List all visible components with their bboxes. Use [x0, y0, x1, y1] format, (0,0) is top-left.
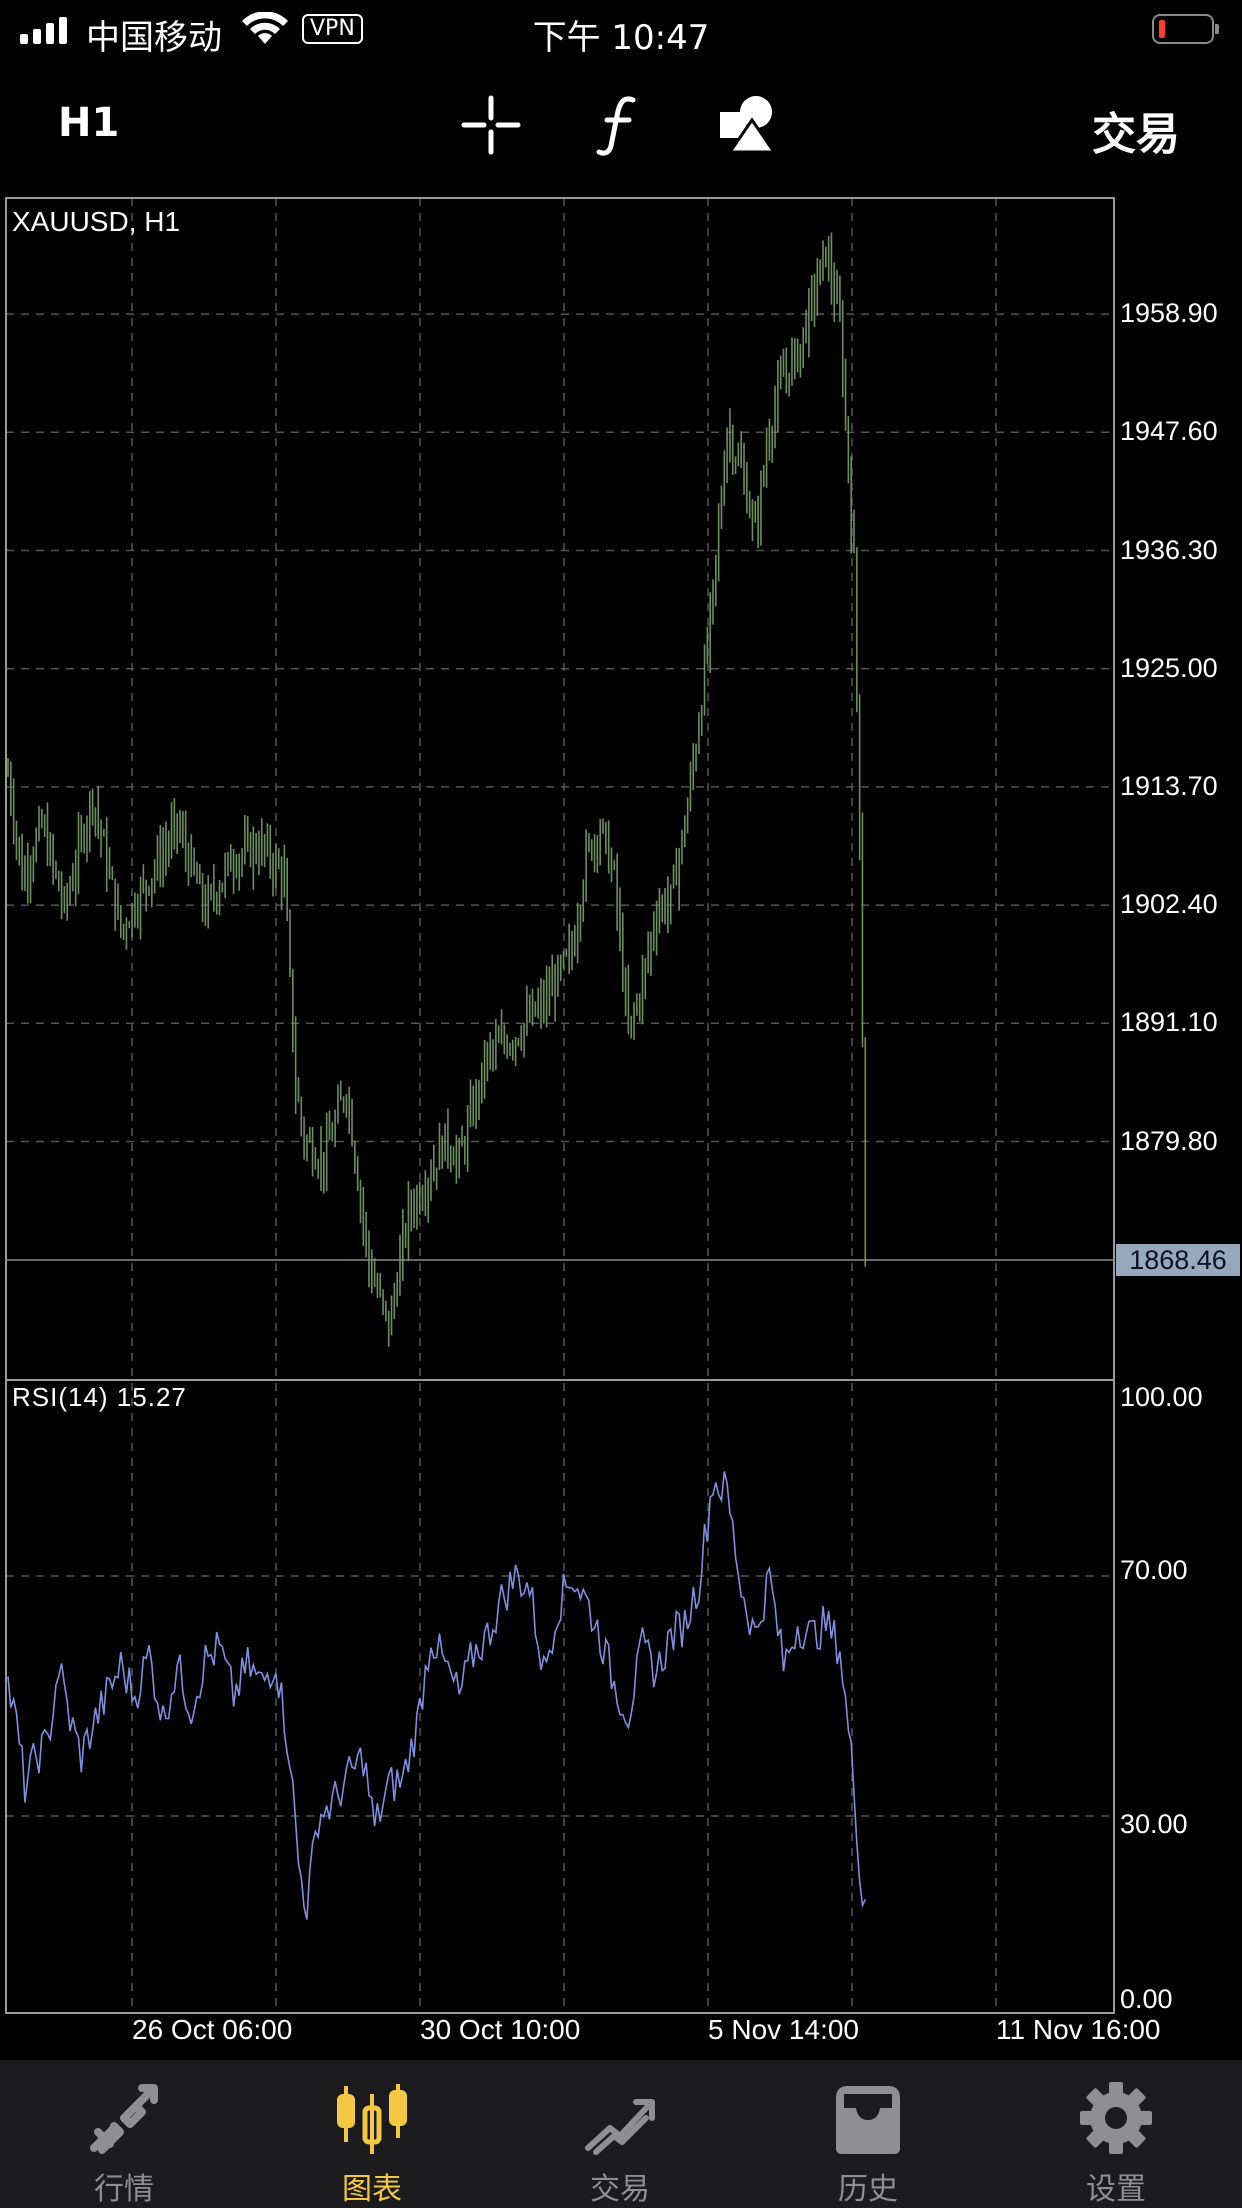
price-axis-label: 1947.60: [1120, 416, 1218, 447]
timeframe-button[interactable]: H1: [58, 100, 119, 146]
time-axis-label: 26 Oct 06:00: [132, 2014, 293, 2045]
chart-icon: [337, 2084, 407, 2154]
chart-toolbar: H1 交易: [0, 62, 1242, 192]
history-icon: [836, 2086, 900, 2154]
tab-label: 图表: [342, 2172, 402, 2207]
price-axis-label: 1936.30: [1120, 534, 1218, 565]
rsi-axis-label: 70.00: [1120, 1555, 1188, 1585]
tab-chart[interactable]: 图表: [248, 2060, 496, 2208]
tab-history[interactable]: 历史: [744, 2060, 992, 2208]
price-axis-label: 1958.90: [1120, 298, 1218, 329]
rsi-axis-label: 0.00: [1120, 1984, 1173, 2014]
price-bars: [7, 232, 867, 1347]
trade-icon: [585, 2099, 655, 2155]
price-chart[interactable]: [0, 190, 1242, 2020]
time-axis-label: 11 Nov 16:00: [996, 2014, 1161, 2045]
rsi-axis-label: 30.00: [1120, 1809, 1188, 1839]
crosshair-icon[interactable]: [456, 90, 526, 160]
tab-label: 设置: [1086, 2172, 1146, 2207]
rsi-line: [7, 1471, 867, 1920]
tab-label: 交易: [590, 2172, 650, 2207]
chart-frame: [5, 197, 1115, 2014]
status-bar: 中国移动 VPN 下午 10:47: [0, 0, 1242, 62]
status-time: 下午 10:47: [532, 18, 710, 58]
tab-settings[interactable]: 设置: [992, 2060, 1240, 2208]
chart-grid: [6, 198, 1114, 2013]
tab-trade[interactable]: 交易: [496, 2060, 744, 2208]
trade-button[interactable]: 交易: [1092, 98, 1180, 162]
time-axis-label: 5 Nov 14:00: [708, 2014, 859, 2045]
rsi-label: RSI(14) 15.27: [12, 1382, 187, 1412]
price-axis-label: 1902.40: [1120, 889, 1218, 920]
tab-quotes[interactable]: 行情: [0, 2060, 248, 2208]
tab-label: 行情: [94, 2172, 154, 2207]
price-axis-label: 1879.80: [1120, 1125, 1218, 1156]
settings-icon: [1080, 2082, 1152, 2154]
tab-label: 历史: [838, 2172, 898, 2207]
function-icon[interactable]: [585, 90, 655, 160]
time-axis-label: 30 Oct 10:00: [420, 2014, 581, 2045]
objects-icon[interactable]: [712, 90, 782, 160]
rsi-axis-label: 100.00: [1120, 1382, 1203, 1412]
battery-icon: [1152, 14, 1219, 44]
tab-bar: 行情 图表 交易 历史 设置: [0, 2060, 1242, 2208]
price-axis-label: 1913.70: [1120, 770, 1218, 801]
price-axis-label: 1891.10: [1120, 1007, 1218, 1038]
current-price-label: 1868.46: [1116, 1244, 1240, 1276]
symbol-label: XAUUSD, H1: [12, 206, 181, 237]
quotes-icon: [90, 2084, 158, 2154]
price-axis-label: 1925.00: [1120, 652, 1218, 683]
